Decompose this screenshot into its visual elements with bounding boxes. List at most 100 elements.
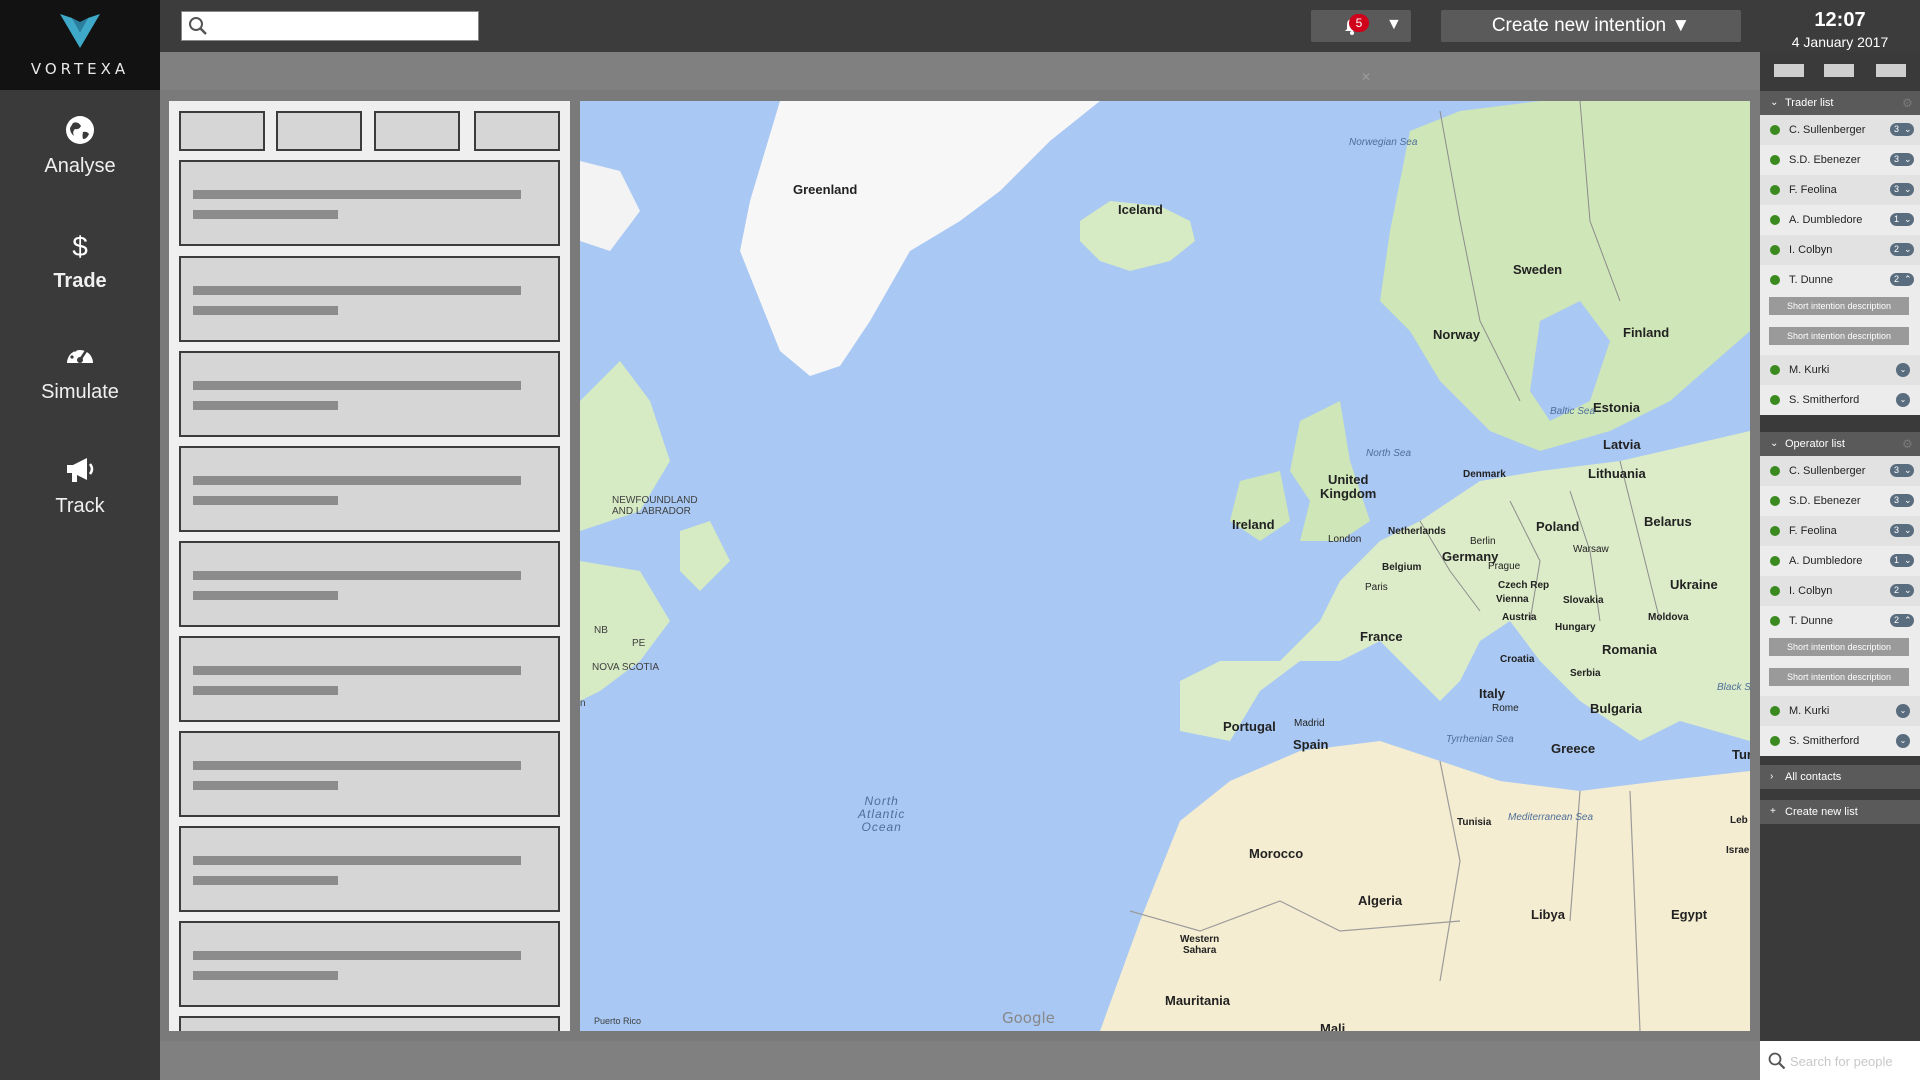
contact-row[interactable]: C. Sullenberger 3 ⌄	[1760, 115, 1920, 145]
trader-list-header[interactable]: ⌄ Trader list ⚙	[1760, 91, 1920, 115]
map[interactable]: Greenland Iceland Norwegian Sea Sweden N…	[580, 101, 1750, 1031]
map-label-greece: Greece	[1551, 741, 1596, 756]
intention-item[interactable]: Short intention description	[1769, 668, 1909, 686]
map-label-romania: Romania	[1602, 642, 1657, 657]
intention-item[interactable]: Short intention description	[1769, 638, 1909, 656]
all-contacts-header[interactable]: › All contacts	[1760, 765, 1920, 789]
map-label-moldova: Moldova	[1648, 612, 1689, 623]
nav-trade[interactable]: $ Trade	[0, 230, 160, 293]
list-item-card[interactable]	[179, 351, 560, 437]
sub-toolbar: ✕	[160, 52, 1760, 90]
online-status-dot	[1770, 586, 1780, 596]
intention-count-badge[interactable]: 2 ⌃	[1890, 273, 1914, 286]
filter-tab[interactable]	[276, 111, 362, 151]
chevron-down-icon[interactable]: ⌄	[1896, 734, 1910, 748]
intention-item[interactable]: Short intention description	[1769, 297, 1909, 315]
list-item-card[interactable]	[179, 446, 560, 532]
contact-row[interactable]: S. Smitherford ⌄	[1760, 726, 1920, 756]
create-new-list-button[interactable]: + Create new list	[1760, 800, 1920, 824]
people-search-input[interactable]	[1790, 1051, 1914, 1071]
filter-tab[interactable]	[179, 111, 265, 151]
vortexa-logo[interactable]: VORTEXA	[0, 0, 160, 90]
notifications-button[interactable]: 5 ▼	[1311, 10, 1411, 42]
map-label-puerto-rico: Puerto Rico	[594, 1016, 642, 1026]
placeholder-line	[193, 381, 521, 390]
contact-row[interactable]: I. Colbyn 2 ⌄	[1760, 576, 1920, 606]
map-label-belgium: Belgium	[1382, 562, 1422, 573]
gear-icon[interactable]: ⚙	[1902, 91, 1913, 115]
contact-row[interactable]: C. Sullenberger 3 ⌄	[1760, 456, 1920, 486]
chevron-down-icon[interactable]: ⌄	[1896, 704, 1910, 718]
chevron-down-icon[interactable]: ⌄	[1896, 363, 1910, 377]
megaphone-icon	[0, 455, 160, 489]
bottom-bar	[160, 1041, 1760, 1080]
map-label-tunisia: Tunisia	[1457, 817, 1492, 828]
chevron-down-icon: ⌄	[1904, 154, 1912, 164]
list-item-card[interactable]	[179, 1016, 560, 1031]
contact-row[interactable]: S. Smitherford ⌄	[1760, 385, 1920, 415]
clock: 12:07 4 January 2017	[1760, 0, 1920, 52]
list-item-card[interactable]	[179, 636, 560, 722]
online-status-dot	[1770, 215, 1780, 225]
nav-track[interactable]: Track	[0, 455, 160, 518]
intention-count-badge[interactable]: 3 ⌄	[1890, 524, 1914, 537]
view-toggle-button[interactable]	[1824, 64, 1854, 77]
create-new-intention-button[interactable]: Create new intention ▼	[1441, 10, 1741, 42]
operator-list-header[interactable]: ⌄ Operator list ⚙	[1760, 432, 1920, 456]
close-icon[interactable]: ✕	[1361, 70, 1371, 84]
intention-count-badge[interactable]: 2 ⌄	[1890, 584, 1914, 597]
gear-icon[interactable]: ⚙	[1902, 432, 1913, 456]
list-item-card[interactable]	[179, 256, 560, 342]
map-label-estonia: Estonia	[1593, 400, 1640, 415]
map-label-sweden: Sweden	[1513, 262, 1563, 277]
view-toggle-button[interactable]	[1876, 64, 1906, 77]
intention-count-badge[interactable]: 3 ⌄	[1890, 464, 1914, 477]
filter-tab[interactable]	[474, 111, 560, 151]
contact-row[interactable]: I. Colbyn 2 ⌄	[1760, 235, 1920, 265]
contact-name: A. Dumbledore	[1789, 555, 1863, 567]
list-item-card[interactable]	[179, 731, 560, 817]
list-item-card[interactable]	[179, 921, 560, 1007]
filter-tab[interactable]	[374, 111, 460, 151]
map-label-black-sea: Black S	[1717, 682, 1750, 693]
intention-count-badge[interactable]: 1 ⌄	[1890, 213, 1914, 226]
intention-item[interactable]: Short intention description	[1769, 327, 1909, 345]
view-toggle-button[interactable]	[1774, 64, 1804, 77]
contact-row[interactable]: M. Kurki ⌄	[1760, 355, 1920, 385]
contact-row[interactable]: F. Feolina 3 ⌄	[1760, 516, 1920, 546]
intention-count-badge[interactable]: 3 ⌄	[1890, 494, 1914, 507]
people-search-box[interactable]	[1760, 1041, 1920, 1080]
chevron-down-icon: ⌄	[1904, 214, 1912, 224]
contact-row[interactable]: S.D. Ebenezer 3 ⌄	[1760, 145, 1920, 175]
contact-row[interactable]: T. Dunne 2 ⌃	[1760, 606, 1920, 636]
chevron-down-icon[interactable]: ⌄	[1896, 393, 1910, 407]
list-item-card[interactable]	[179, 826, 560, 912]
intention-count-badge[interactable]: 2 ⌄	[1890, 243, 1914, 256]
map-label-morocco: Morocco	[1249, 846, 1304, 861]
intention-count-badge[interactable]: 3 ⌄	[1890, 183, 1914, 196]
chevron-right-icon: ›	[1770, 771, 1774, 782]
list-item-card[interactable]	[179, 541, 560, 627]
nav-simulate[interactable]: Simulate	[0, 341, 160, 404]
contact-row[interactable]: A. Dumbledore 1 ⌄	[1760, 205, 1920, 235]
list-item-card[interactable]	[179, 160, 560, 246]
nav-analyse[interactable]: Analyse	[0, 115, 160, 178]
contact-row[interactable]: F. Feolina 3 ⌄	[1760, 175, 1920, 205]
map-label-lebanon: Leb	[1730, 815, 1748, 826]
contact-row[interactable]: M. Kurki ⌄	[1760, 696, 1920, 726]
placeholder-line	[193, 190, 521, 199]
search-input[interactable]	[210, 15, 472, 37]
clock-time: 12:07	[1814, 9, 1866, 31]
map-label-tyrrhenian-sea: Tyrrhenian Sea	[1446, 734, 1514, 745]
intention-count-badge[interactable]: 2 ⌃	[1890, 614, 1914, 627]
contact-row[interactable]: T. Dunne 2 ⌃	[1760, 265, 1920, 295]
contact-row[interactable]: S.D. Ebenezer 3 ⌄	[1760, 486, 1920, 516]
google-attribution-logo: Google	[1002, 1009, 1055, 1027]
intention-count-badge[interactable]: 3 ⌄	[1890, 153, 1914, 166]
intention-count-badge[interactable]: 1 ⌄	[1890, 554, 1914, 567]
online-status-dot	[1770, 556, 1780, 566]
intention-count-badge[interactable]: 3 ⌄	[1890, 123, 1914, 136]
contact-row[interactable]: A. Dumbledore 1 ⌄	[1760, 546, 1920, 576]
placeholder-line	[193, 876, 338, 885]
search-box[interactable]	[181, 11, 479, 41]
